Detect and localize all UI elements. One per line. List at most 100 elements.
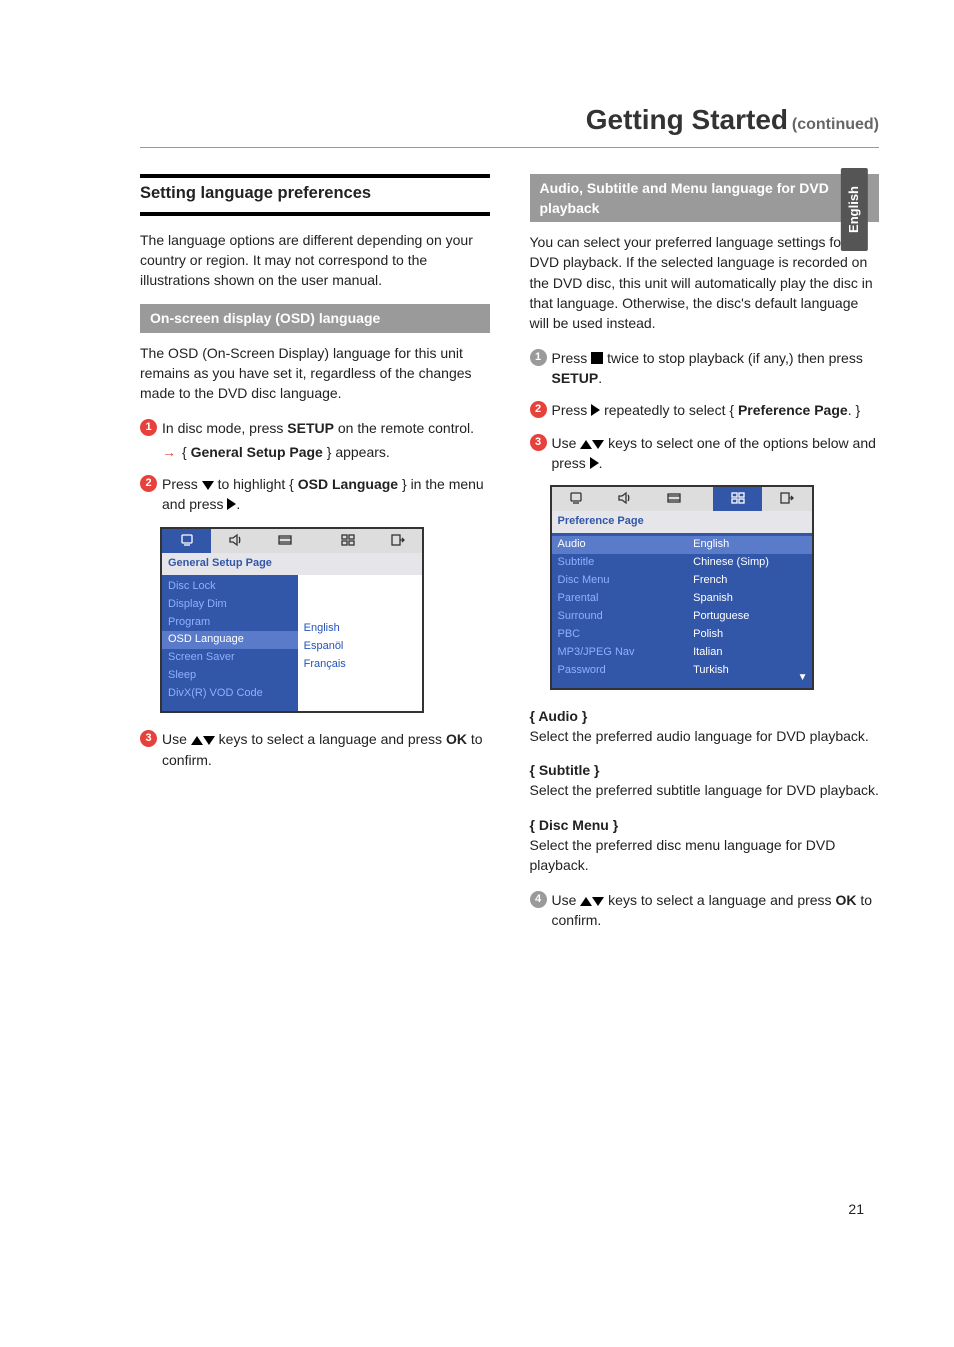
option-text: Select the preferred disc menu language … xyxy=(530,835,880,876)
osd-title: General Setup Page xyxy=(162,553,422,575)
osd-option: Polish xyxy=(693,626,805,644)
step-text: Press xyxy=(162,476,202,492)
step-text: Press xyxy=(552,402,592,418)
osd-tab-exit-icon xyxy=(373,529,422,553)
step-2: 2 Press repeatedly to select { Preferenc… xyxy=(530,400,880,420)
osd-item: Parental xyxy=(558,590,682,608)
intro-text: The language options are different depen… xyxy=(140,230,490,291)
step-text: In disc mode, press xyxy=(162,420,287,436)
step-text: . } xyxy=(848,402,860,418)
step-3: 3 Use keys to select one of the options … xyxy=(530,433,880,474)
osd-option: French xyxy=(693,572,805,590)
osd-option: Chinese (Simp) xyxy=(693,554,805,572)
right-icon xyxy=(591,404,600,416)
osd-description: The OSD (On-Screen Display) language for… xyxy=(140,343,490,404)
step-text: Use xyxy=(162,731,191,747)
brace: } appears. xyxy=(323,444,390,460)
osd-option: Français xyxy=(304,656,416,674)
step-1: 1 In disc mode, press SETUP on the remot… xyxy=(140,418,490,463)
osd-item: DivX(R) VOD Code xyxy=(168,685,292,703)
page-title-row: Getting Started (continued) xyxy=(140,100,879,148)
step-text: . xyxy=(236,496,240,512)
osd-tab-audio-icon xyxy=(211,529,260,553)
osd-item: Subtitle xyxy=(558,554,682,572)
language-tab: English xyxy=(841,168,868,251)
osd-item-selected: OSD Language xyxy=(162,631,298,649)
step-result: { General Setup Page } appears. xyxy=(162,442,490,462)
osd-option: Portuguese xyxy=(693,608,805,626)
osd-language-label: OSD Language xyxy=(298,476,398,492)
osd-item: Password xyxy=(558,662,682,680)
section-heading: Setting language preferences xyxy=(140,174,490,216)
up-icon xyxy=(191,736,203,745)
osd-item: Sleep xyxy=(168,667,292,685)
osd-option: Italian xyxy=(693,644,805,662)
down-icon xyxy=(592,440,604,449)
option-audio: { Audio } Select the preferred audio lan… xyxy=(530,706,880,747)
option-heading: { Audio } xyxy=(530,706,880,726)
option-subtitle: { Subtitle } Select the preferred subtit… xyxy=(530,760,880,801)
step-text: repeatedly to select { xyxy=(600,402,738,418)
step-number-icon: 1 xyxy=(140,419,157,436)
osd-item: Surround xyxy=(558,608,682,626)
osd-tab-exit-icon xyxy=(762,487,811,511)
step-text: to highlight { xyxy=(214,476,298,492)
step-text: . xyxy=(599,455,603,471)
up-icon xyxy=(580,440,592,449)
arrow-icon xyxy=(162,444,182,460)
ok-label: OK xyxy=(835,892,856,908)
page-number: 21 xyxy=(848,1199,864,1219)
osd-item: Disc Menu xyxy=(558,572,682,590)
manual-page: English 21 Getting Started (continued) S… xyxy=(0,0,954,1347)
subheading-audio-subtitle: Audio, Subtitle and Menu language for DV… xyxy=(530,174,880,223)
up-icon xyxy=(580,897,592,906)
osd-option: Turkish xyxy=(693,662,805,680)
osd-tab-spacer xyxy=(699,487,714,511)
down-icon xyxy=(203,736,215,745)
option-text: Select the preferred audio language for … xyxy=(530,726,880,746)
right-column: Audio, Subtitle and Menu language for DV… xyxy=(530,174,880,943)
right-icon xyxy=(590,457,599,469)
step-text: keys to select a language and press xyxy=(604,892,835,908)
stop-icon xyxy=(591,352,603,364)
osd-screenshot-preference: Preference Page Audio Subtitle Disc Menu… xyxy=(550,485,814,689)
down-icon xyxy=(592,897,604,906)
osd-tab-general-icon xyxy=(552,487,601,511)
subheading-osd-language: On-screen display (OSD) language xyxy=(140,304,490,332)
ok-label: OK xyxy=(446,731,467,747)
step-number-icon: 1 xyxy=(530,349,547,366)
step-number-icon: 2 xyxy=(140,475,157,492)
option-heading: { Subtitle } xyxy=(530,760,880,780)
osd-option: Espanöl xyxy=(304,638,416,656)
osd-tab-audio-icon xyxy=(601,487,650,511)
intro-text: You can select your preferred language s… xyxy=(530,232,880,333)
osd-title: Preference Page xyxy=(552,511,812,533)
osd-tab-bar xyxy=(162,529,422,553)
osd-tab-general-icon xyxy=(162,529,211,553)
osd-tab-video-icon xyxy=(260,529,309,553)
general-setup-label: General Setup Page xyxy=(191,444,323,460)
osd-item: Program xyxy=(168,614,292,632)
osd-tab-preference-icon xyxy=(324,529,373,553)
osd-item: Disc Lock xyxy=(168,578,292,596)
step-text: keys to select a language and press xyxy=(215,731,446,747)
osd-item: PBC xyxy=(558,626,682,644)
page-title-continued: (continued) xyxy=(792,116,879,133)
step-text: Press xyxy=(552,350,592,366)
osd-tab-spacer xyxy=(309,529,324,553)
osd-option-selected: English xyxy=(687,536,811,554)
osd-item: Screen Saver xyxy=(168,649,292,667)
step-text: Use xyxy=(552,435,581,451)
step-number-icon: 3 xyxy=(530,434,547,451)
osd-item: Display Dim xyxy=(168,596,292,614)
step-1: 1 Press twice to stop playback (if any,)… xyxy=(530,348,880,389)
step-number-icon: 3 xyxy=(140,730,157,747)
osd-tab-video-icon xyxy=(650,487,699,511)
step-text: Use xyxy=(552,892,581,908)
step-2: 2 Press to highlight { OSD Language } in… xyxy=(140,474,490,515)
page-title: Getting Started xyxy=(586,104,788,135)
brace: { xyxy=(182,444,191,460)
step-4: 4 Use keys to select a language and pres… xyxy=(530,890,880,931)
step-text: . xyxy=(598,370,602,386)
osd-menu-left: Audio Subtitle Disc Menu Parental Surrou… xyxy=(552,533,688,688)
